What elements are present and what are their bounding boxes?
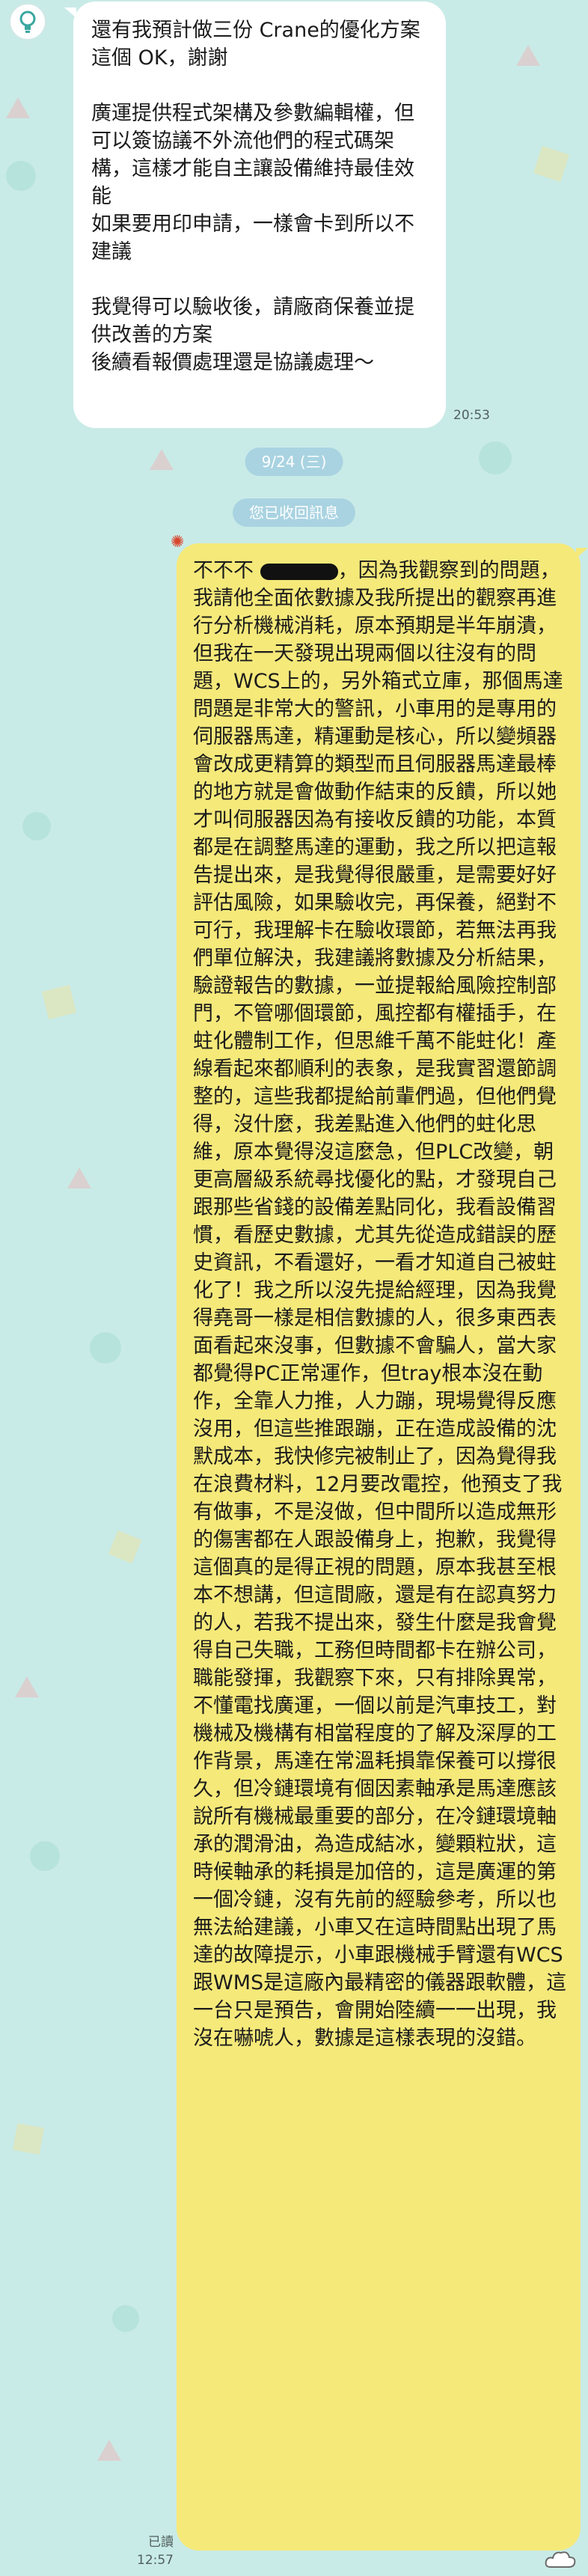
background-triangle — [15, 1676, 39, 1697]
background-triangle — [97, 2440, 121, 2461]
outgoing-message-time: 12:57 — [137, 2553, 174, 2568]
recalled-message-notice: 您已收回訊息 — [233, 498, 355, 527]
incoming-message-bubble[interactable]: 還有我預計做三份 Crane的優化方案 這個 OK，謝謝 廣運提供程式架構及參數… — [73, 1, 446, 428]
background-triangle — [150, 449, 174, 470]
background-square — [533, 146, 569, 182]
background-circle — [479, 442, 512, 474]
background-triangle — [67, 1168, 91, 1188]
background-square — [13, 2123, 44, 2155]
outgoing-message-bubble[interactable]: 不不不 ，因為我觀察到的問題，我請他全面依數據及我所提出的觀察再進行分析機械消耗… — [177, 543, 581, 2551]
background-circle — [6, 161, 36, 191]
incoming-message-time: 20:53 — [453, 408, 490, 423]
redacted-name — [260, 563, 338, 580]
background-triangle — [516, 45, 540, 66]
message-text-prefix: 不不不 — [193, 559, 260, 582]
background-triangle — [6, 97, 30, 118]
background-circle — [112, 2305, 139, 2332]
date-separator: 9/24 (三) — [245, 448, 343, 476]
bulb-avatar-icon — [19, 10, 36, 33]
background-circle — [90, 1332, 121, 1364]
contact-avatar[interactable] — [9, 3, 46, 40]
background-circle — [30, 1841, 60, 1871]
sun-flower-icon: ✺ — [171, 533, 185, 552]
background-square — [108, 1530, 142, 1564]
read-receipt: 已讀 — [148, 2535, 174, 2550]
background-square — [41, 984, 77, 1020]
cloud-icon — [545, 2551, 576, 2568]
message-text-body: ，因為我觀察到的問題，我請他全面依數據及我所提出的觀察再進行分析機械消耗，原本預… — [193, 559, 567, 2050]
background-circle — [22, 812, 51, 840]
